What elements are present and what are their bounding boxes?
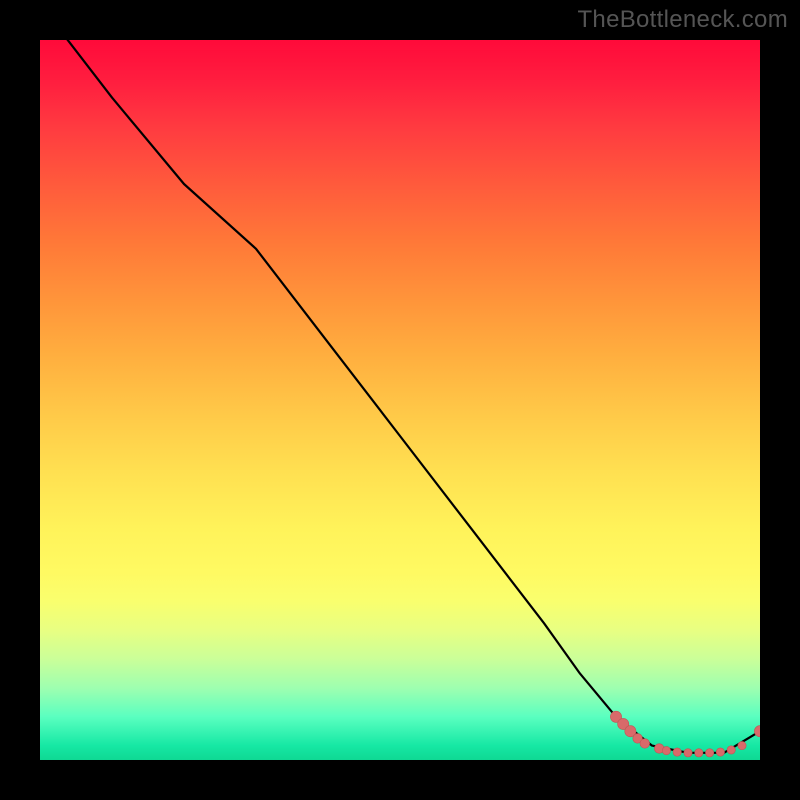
marker-point bbox=[705, 749, 713, 757]
bottleneck-line bbox=[40, 40, 760, 753]
marker-point bbox=[684, 749, 692, 757]
marker-point bbox=[625, 726, 636, 737]
marker-point bbox=[640, 739, 650, 749]
watermark-text: TheBottleneck.com bbox=[577, 6, 788, 34]
marker-point bbox=[673, 748, 681, 756]
marker-point bbox=[633, 734, 643, 744]
marker-point bbox=[662, 746, 670, 754]
plot-area bbox=[40, 40, 760, 760]
marker-point bbox=[727, 746, 735, 754]
marker-point bbox=[695, 749, 703, 757]
chart-frame: TheBottleneck.com bbox=[0, 0, 800, 800]
marker-point bbox=[738, 741, 746, 749]
marker-group bbox=[610, 711, 760, 757]
marker-point bbox=[754, 726, 760, 737]
marker-point bbox=[610, 711, 621, 722]
marker-point bbox=[654, 744, 664, 754]
marker-point bbox=[716, 748, 724, 756]
marker-point bbox=[618, 718, 629, 729]
chart-svg bbox=[40, 40, 760, 760]
